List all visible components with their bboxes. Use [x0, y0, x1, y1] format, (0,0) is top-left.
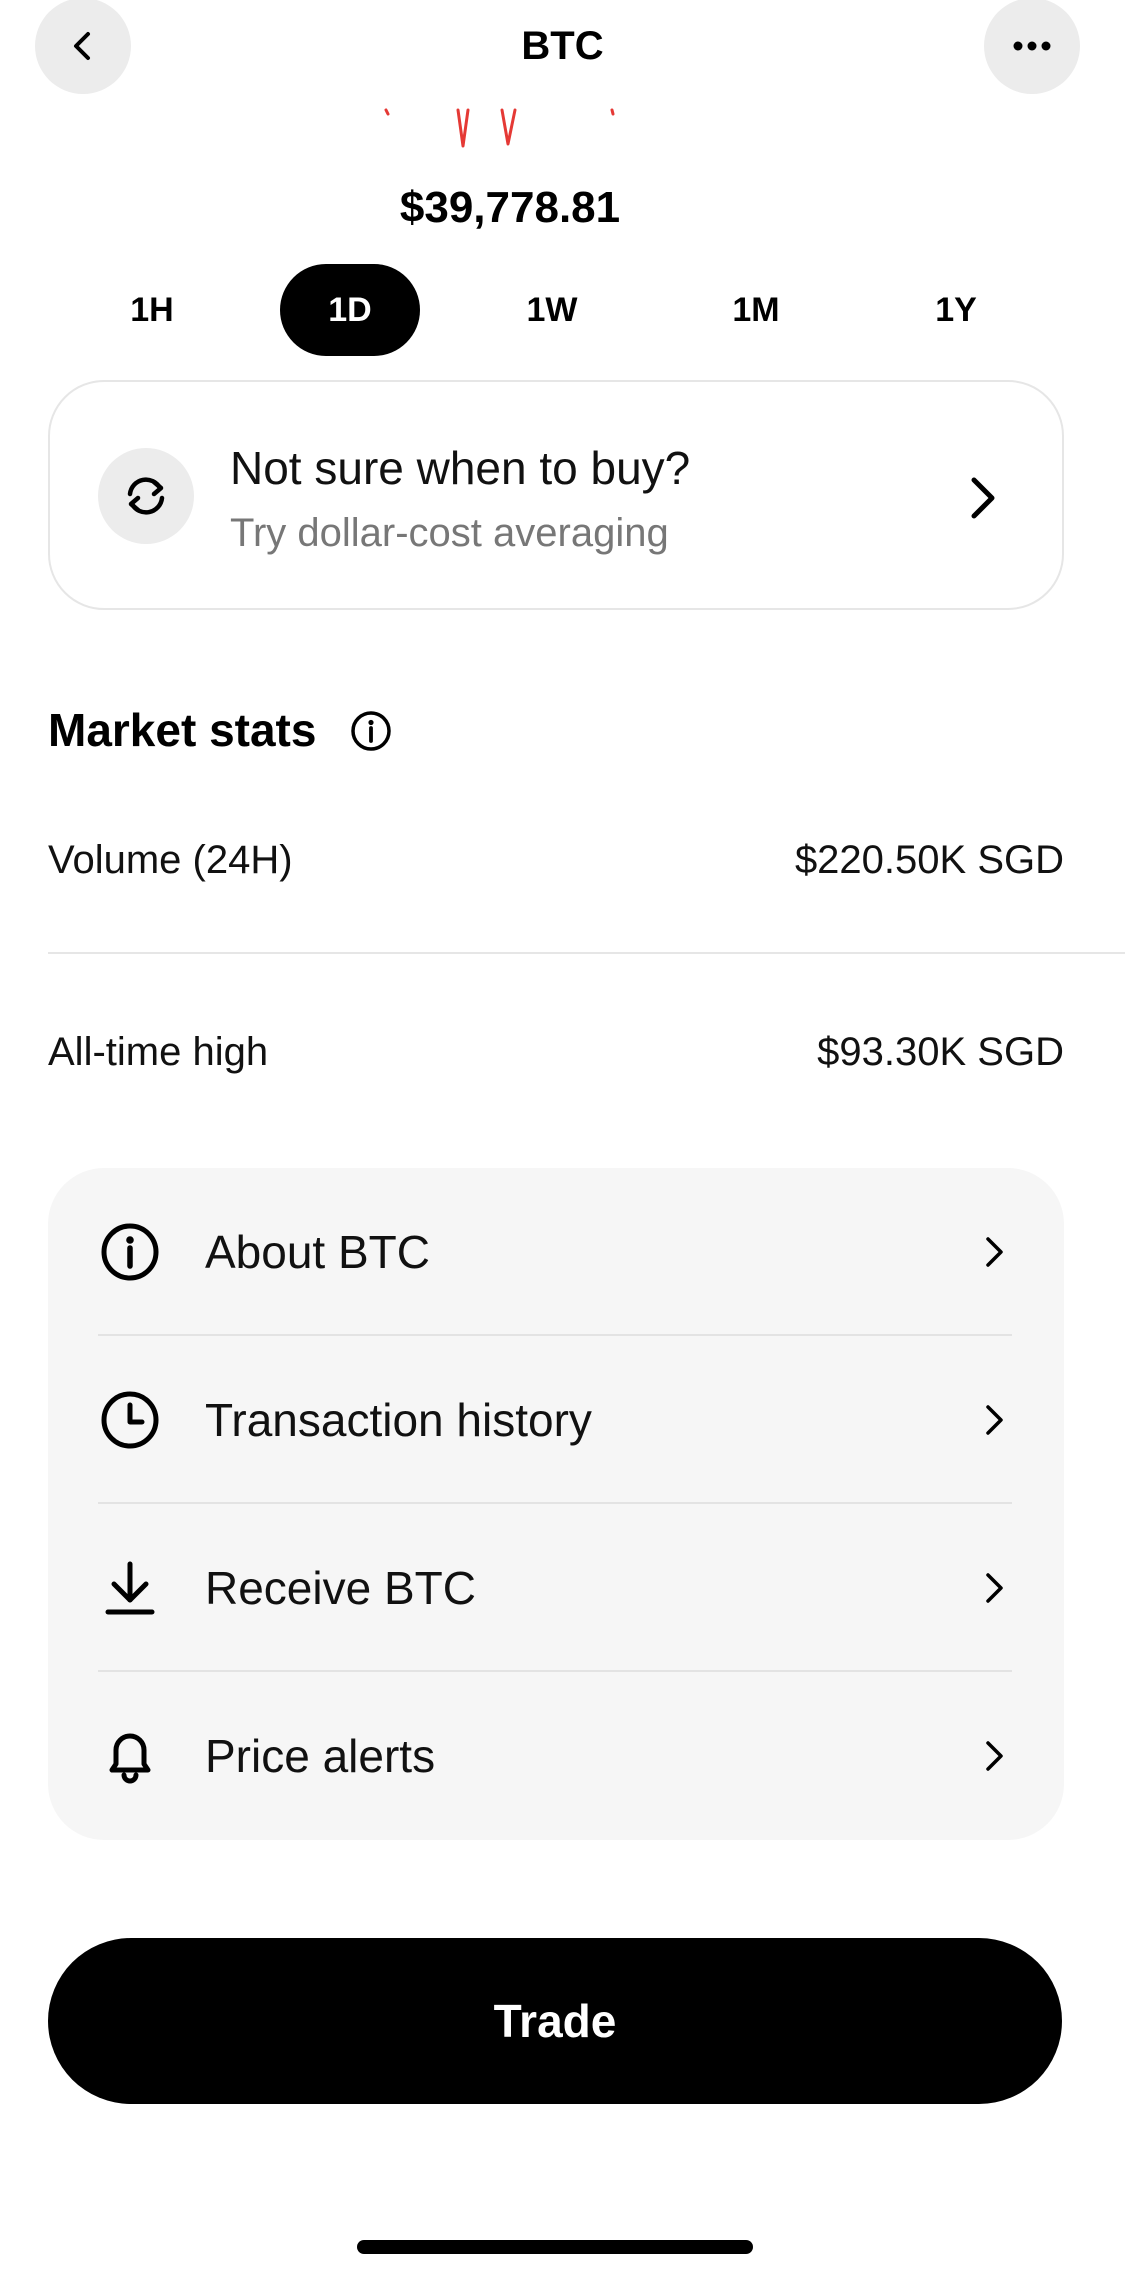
menu-item-transaction-history[interactable]: Transaction history — [48, 1336, 1064, 1504]
menu-item-label: Receive BTC — [205, 1562, 476, 1614]
stat-label: Volume (24H) — [48, 838, 293, 882]
divider — [48, 952, 1125, 954]
stat-label: All-time high — [48, 1030, 269, 1074]
refresh-arrows-icon — [98, 448, 194, 544]
range-tab-1y[interactable]: 1Y — [886, 264, 1026, 356]
info-icon — [101, 1223, 159, 1281]
menu-item-label: About BTC — [205, 1226, 430, 1278]
market-stats-title: Market stats — [48, 704, 317, 756]
chevron-right-icon — [986, 1741, 1003, 1771]
asset-menu-card: About BTC Transaction history Receive BT… — [48, 1168, 1064, 1840]
clock-icon — [101, 1391, 159, 1449]
menu-item-label: Price alerts — [205, 1730, 436, 1782]
chevron-right-icon — [971, 477, 995, 519]
current-price: $39,778.81 — [399, 183, 621, 232]
chevron-right-icon — [986, 1573, 1003, 1603]
more-horizontal-icon — [1013, 41, 1051, 51]
dca-promo-card[interactable]: Not sure when to buy? Try dollar-cost av… — [48, 380, 1064, 610]
menu-item-receive[interactable]: Receive BTC — [48, 1504, 1064, 1672]
home-indicator — [357, 2240, 753, 2254]
stat-value: $220.50K SGD — [794, 838, 1064, 882]
stat-value: $93.30K SGD — [817, 1030, 1064, 1074]
bell-icon — [109, 1733, 151, 1784]
download-icon — [105, 1561, 155, 1615]
menu-item-price-alerts[interactable]: Price alerts — [48, 1672, 1064, 1840]
dca-subtitle: Try dollar-cost averaging — [230, 511, 669, 555]
range-tab-1m[interactable]: 1M — [686, 264, 826, 356]
chevron-right-icon — [986, 1405, 1003, 1435]
info-icon[interactable] — [350, 710, 392, 752]
time-range-selector: 1H 1D 1W 1M 1Y — [0, 264, 1125, 356]
dca-title: Not sure when to buy? — [230, 442, 691, 494]
stat-row-all-time-high: All-time high $93.30K SGD — [48, 1022, 1064, 1082]
stat-row-volume: Volume (24H) $220.50K SGD — [48, 830, 1064, 890]
menu-item-about[interactable]: About BTC — [48, 1168, 1064, 1336]
trade-button[interactable]: Trade — [48, 1938, 1062, 2104]
more-options-button[interactable] — [984, 0, 1080, 94]
range-tab-1h[interactable]: 1H — [82, 264, 222, 356]
menu-item-label: Transaction history — [205, 1394, 592, 1446]
chevron-right-icon — [986, 1237, 1003, 1267]
price-chart-line — [384, 108, 615, 148]
range-tab-1w[interactable]: 1W — [482, 264, 622, 356]
range-tab-1d[interactable]: 1D — [280, 264, 420, 356]
asset-detail-screen: BTC $39,778.81 1H 1D 1W 1M 1Y Not sure w… — [0, 0, 1125, 2284]
page-title: BTC — [521, 24, 604, 68]
